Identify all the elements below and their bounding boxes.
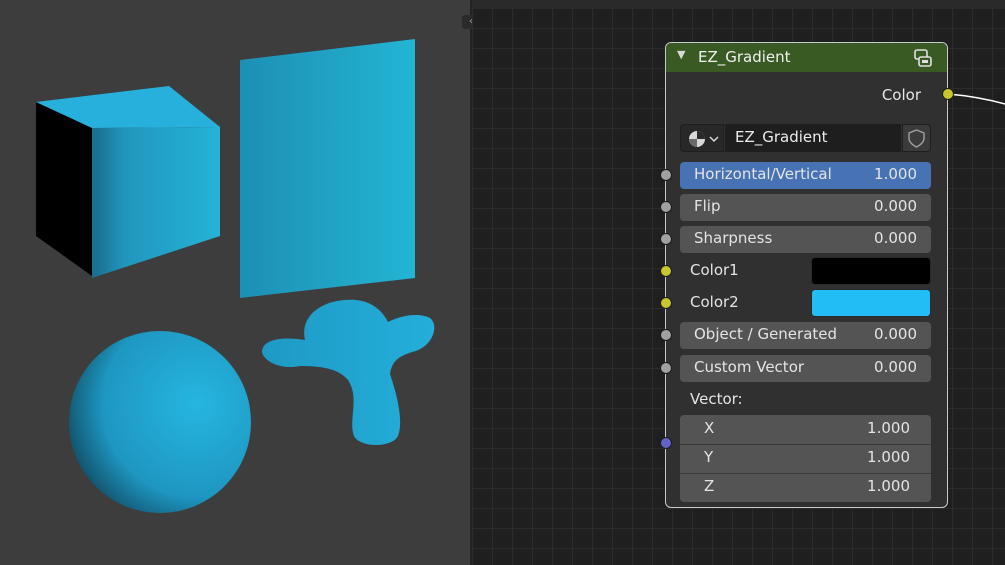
input-socket-custom-vector[interactable] (660, 362, 672, 374)
sharpness-field[interactable]: Sharpness 0.000 (680, 226, 931, 253)
monkey-object (262, 299, 435, 445)
vector-y-field[interactable]: Y 1.000 (680, 444, 931, 473)
color2-swatch[interactable] (811, 289, 931, 317)
vector-input-group: X 1.000 Y 1.000 Z 1.000 (680, 415, 931, 502)
node-title: EZ_Gradient (698, 48, 791, 66)
node-tree-browse-button[interactable] (680, 124, 724, 152)
fake-user-button[interactable] (902, 124, 931, 152)
collapse-triangle-icon[interactable]: ▼ (677, 48, 685, 61)
input-socket-flip[interactable] (660, 201, 672, 213)
3d-viewport[interactable] (0, 0, 470, 565)
input-socket-color2[interactable] (660, 297, 672, 309)
viewport-scene (36, 39, 435, 513)
custom-vector-field[interactable]: Custom Vector 0.000 (680, 355, 931, 382)
output-link (947, 93, 1005, 105)
input-socket-object-generated[interactable] (660, 329, 672, 341)
flip-field[interactable]: Flip 0.000 (680, 194, 931, 221)
vector-label: Vector: (690, 390, 743, 408)
vector-x-field[interactable]: X 1.000 (680, 415, 931, 444)
color1-swatch[interactable] (811, 257, 931, 285)
plane-object (240, 39, 415, 298)
input-socket-horizontal-vertical[interactable] (660, 169, 672, 181)
output-color-socket[interactable] (942, 88, 954, 100)
input-socket-vector[interactable] (660, 437, 672, 449)
color2-label: Color2 (690, 293, 739, 311)
object-generated-field[interactable]: Object / Generated 0.000 (680, 322, 931, 349)
node-group-icon[interactable] (912, 47, 934, 69)
cube-object (36, 86, 220, 278)
horizontal-vertical-field[interactable]: Horizontal/Vertical 1.000 (680, 162, 931, 189)
input-socket-color1[interactable] (660, 265, 672, 277)
input-socket-sharpness[interactable] (660, 233, 672, 245)
sphere-object (69, 331, 251, 513)
node-header[interactable]: ▼ EZ_Gradient (666, 43, 947, 72)
vector-z-field[interactable]: Z 1.000 (680, 473, 931, 502)
color1-label: Color1 (690, 261, 739, 279)
output-color-label: Color (881, 86, 921, 104)
node-group-name-field[interactable]: EZ_Gradient (725, 124, 901, 152)
shield-icon (908, 129, 925, 148)
node-group-selector[interactable]: EZ_Gradient (680, 124, 931, 152)
ez-gradient-node[interactable]: ▼ EZ_Gradient Color EZ_Gradient Horizont… (660, 42, 954, 508)
node-tree-icon (689, 131, 719, 147)
